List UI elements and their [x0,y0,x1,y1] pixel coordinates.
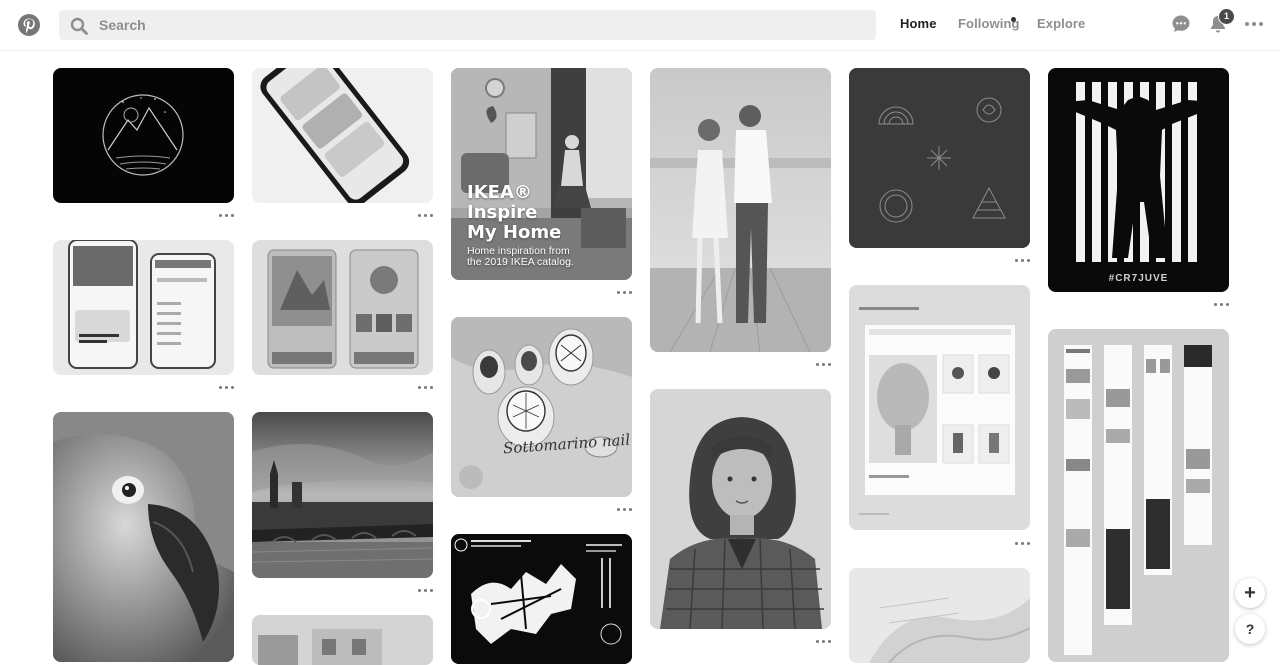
pin-more-button[interactable] [617,290,633,296]
top-header: Home Following Explore 1 [0,0,1280,51]
pin-ikea-catalog[interactable]: IKEA® Inspire My Home Home inspiration f… [451,68,632,280]
map-poster-art [451,534,632,664]
nav-home[interactable]: Home [900,16,937,31]
travel-app-mockup [267,249,419,369]
cristiano-poster-art [1048,68,1229,292]
help-button[interactable]: ? [1235,614,1265,644]
pin-more-button[interactable] [1015,258,1031,264]
pin-map-poster[interactable] [451,534,632,664]
pin-more-button[interactable] [219,385,235,391]
fabric-art [849,568,1030,663]
pin-music-app-ui[interactable] [53,240,234,375]
search-bar[interactable] [59,10,876,40]
couple-photo-art [650,68,831,352]
pin-more-button[interactable] [617,507,633,513]
pin-line-icons-set[interactable] [849,68,1030,248]
portrait-photo-art [650,389,831,629]
prague-bridge-art [252,412,433,578]
long-web-design-art [1048,329,1229,662]
pin-more-button[interactable] [1015,541,1031,547]
cristiano-caption: #CR7JUVE [1108,273,1169,284]
search-input[interactable] [99,10,859,40]
pin-more-button[interactable] [418,588,434,594]
pin-more-button[interactable] [219,213,235,219]
mountain-logo-art [102,94,184,176]
pin-prague-bridge-photo[interactable] [252,412,433,578]
line-icons-art [849,68,1030,248]
pin-shop-ui-design[interactable] [849,285,1030,530]
music-app-mockup [68,240,216,369]
ikea-title: IKEA® Inspire My Home [467,182,562,243]
pin-phone-app-mockup[interactable] [252,68,433,203]
pin-parrot-photo[interactable] [53,412,234,662]
following-new-dot [1011,17,1016,22]
messages-icon[interactable] [1171,14,1191,34]
pin-nail-art-photo[interactable]: Sottomarino nail [451,317,632,497]
pin-long-web-design[interactable] [1048,329,1229,662]
phone-mockup-art [260,68,410,203]
pin-mountain-logo[interactable] [53,68,234,203]
more-options-icon[interactable] [1244,14,1264,34]
ikea-text-overlay: IKEA® Inspire My Home Home inspiration f… [467,183,574,268]
pin-more-button[interactable] [418,385,434,391]
ikea-subtitle: Home inspiration from the 2019 IKEA cata… [467,245,574,268]
pin-building-photo[interactable] [252,615,433,665]
parrot-photo-art [53,412,234,662]
pinterest-logo-icon[interactable] [17,13,41,37]
pin-portrait-photo[interactable] [650,389,831,629]
pin-more-button[interactable] [1214,302,1230,308]
pin-couple-photo[interactable] [650,68,831,352]
nav-explore[interactable]: Explore [1037,16,1085,31]
pin-more-button[interactable] [418,213,434,219]
nail-art-art [451,317,632,497]
pin-travel-app-ui[interactable] [252,240,433,375]
shop-ui-art [849,285,1030,530]
pin-cristiano-poster[interactable]: #CR7JUVE [1048,68,1229,292]
add-button[interactable]: + [1235,578,1265,608]
search-icon [70,17,88,35]
building-art [252,615,433,665]
pin-more-button[interactable] [816,639,832,645]
pin-more-button[interactable] [816,362,832,368]
notification-badge: 1 [1218,8,1235,25]
pin-fabric-photo[interactable] [849,568,1030,663]
